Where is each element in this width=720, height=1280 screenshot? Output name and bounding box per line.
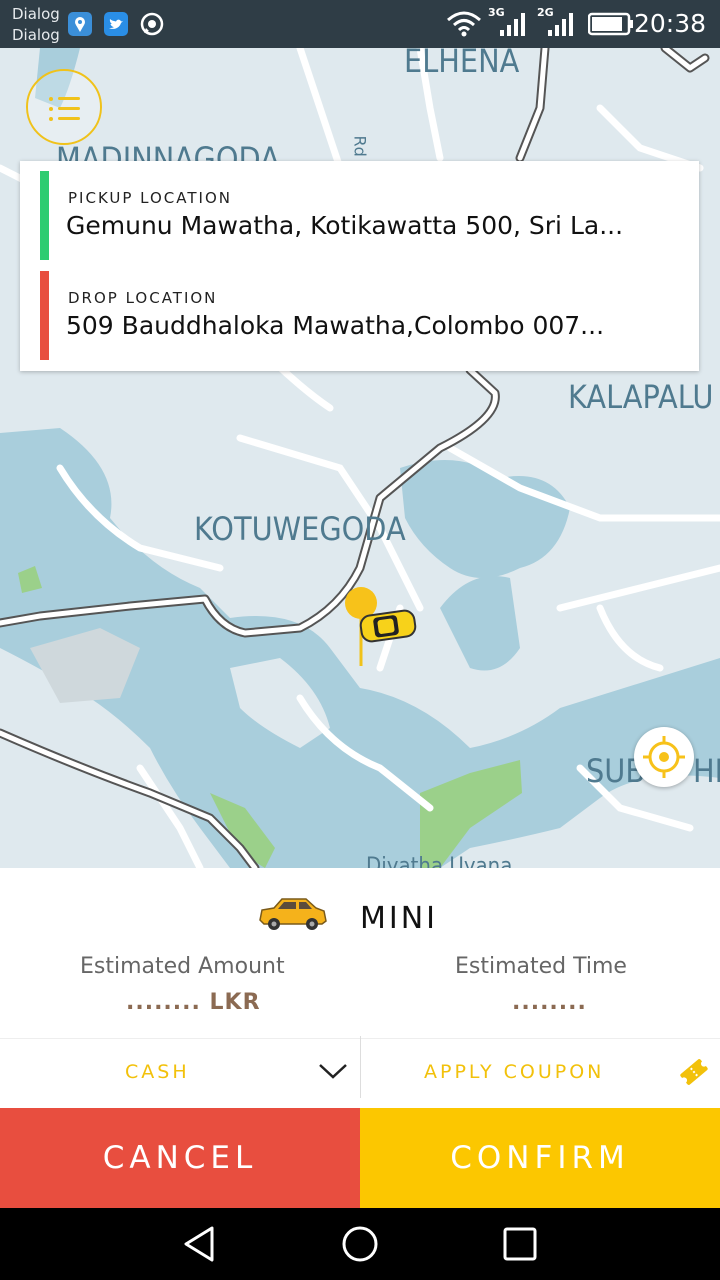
payment-method-selector[interactable]: CASH (0, 1039, 360, 1109)
carrier-name-2: Dialog (12, 26, 60, 44)
mini-car-icon (259, 898, 327, 930)
twitter-icon (104, 12, 128, 36)
battery-icon (587, 12, 634, 40)
estimated-time-label: Estimated Time (455, 954, 627, 979)
pickup-title: PICKUP LOCATION (68, 189, 232, 207)
map-label-road: Rd (350, 135, 370, 157)
apply-coupon-label: APPLY COUPON (424, 1061, 605, 1083)
confirm-button[interactable]: CONFIRM (360, 1108, 720, 1208)
signal-icon (498, 10, 528, 42)
map-label-kalapaluwa: KALAPALU (568, 378, 714, 416)
whatsapp-icon (140, 12, 164, 36)
menu-icon (49, 97, 53, 101)
recents-icon[interactable] (500, 1224, 540, 1264)
coupon-ticket-icon (680, 1059, 708, 1085)
location-app-icon (68, 12, 92, 36)
payment-method-label: CASH (125, 1061, 190, 1083)
menu-button[interactable] (26, 69, 102, 145)
drop-title: DROP LOCATION (68, 289, 218, 307)
apply-coupon-button[interactable]: APPLY COUPON (361, 1039, 720, 1109)
home-icon[interactable] (340, 1224, 380, 1264)
pickup-address[interactable]: Gemunu Mawatha, Kotikawatta 500, Sri La.… (66, 211, 623, 240)
estimated-amount-value: ........ LKR (126, 990, 261, 1015)
crosshair-icon (643, 736, 685, 778)
system-nav-bar (0, 1208, 720, 1280)
map-label-elhena: ELHENA (404, 48, 520, 80)
wifi-icon (446, 10, 482, 42)
map-label-diyatha: Diyatha Uyana (366, 854, 513, 868)
cancel-button[interactable]: CANCEL (0, 1108, 360, 1208)
clock: 20:38 (633, 9, 706, 38)
status-bar: Dialog Dialog 3G 2G 20:38 (0, 0, 720, 48)
pickup-indicator (40, 171, 49, 260)
map-label-kotuwegoda: KOTUWEGODA (194, 510, 406, 548)
map-label-subodhi-tail: HI (693, 752, 720, 790)
back-icon[interactable] (180, 1224, 220, 1264)
signal-icon-2 (546, 10, 576, 42)
estimated-time-value: ........ (512, 990, 587, 1015)
options-divider (360, 1036, 361, 1098)
vehicle-type-label: MINI (360, 901, 439, 936)
ride-details-panel: MINI Estimated Amount ........ LKR Estim… (0, 868, 720, 1108)
drop-indicator (40, 271, 49, 360)
carrier-name-1: Dialog (12, 5, 60, 23)
location-card: PICKUP LOCATION Gemunu Mawatha, Kotikawa… (20, 161, 699, 371)
chevron-down-icon (319, 1064, 347, 1079)
estimated-amount-label: Estimated Amount (80, 954, 285, 979)
my-location-button[interactable] (634, 727, 694, 787)
drop-address[interactable]: 509 Bauddhaloka Mawatha,Colombo 007... (66, 311, 604, 340)
